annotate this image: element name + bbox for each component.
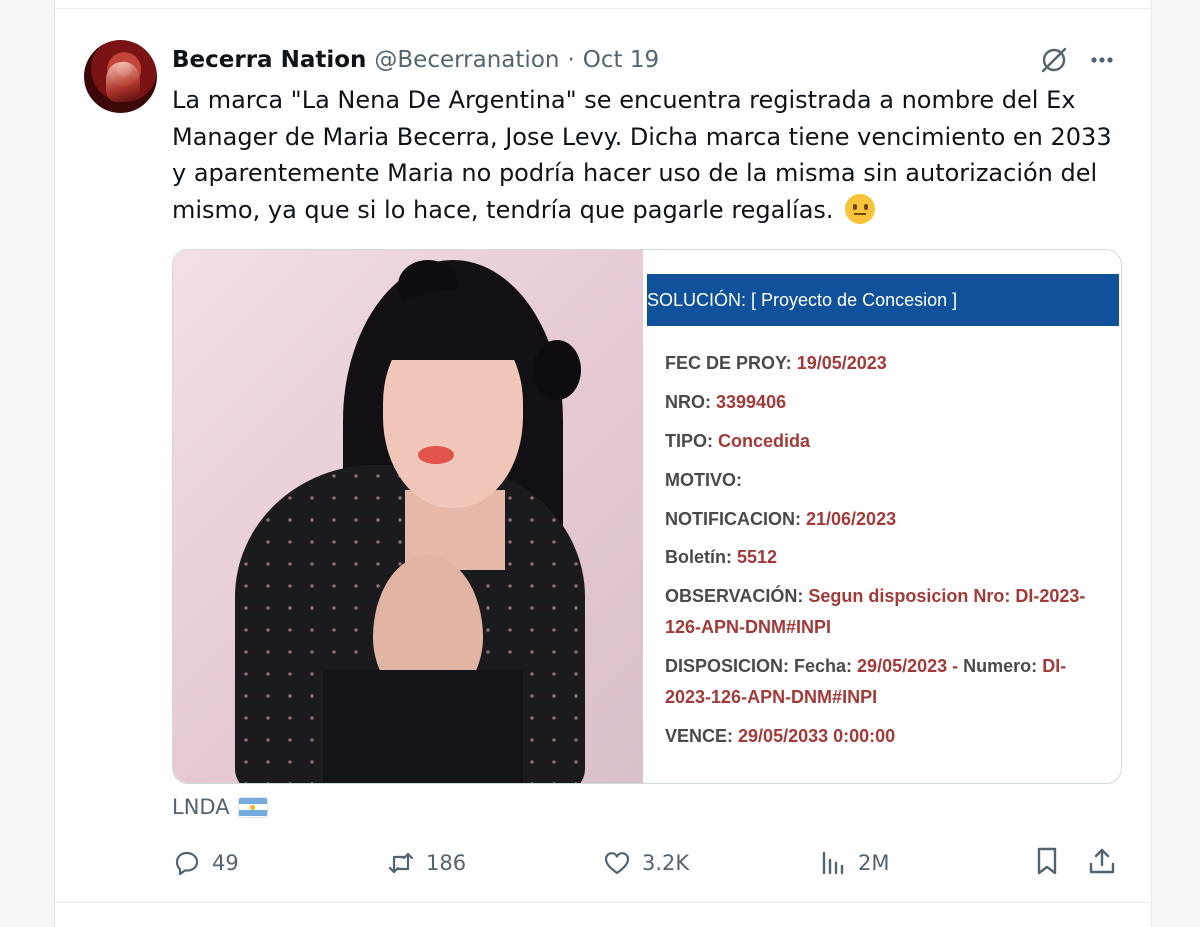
repost-icon	[388, 852, 414, 874]
separator: ·	[567, 47, 575, 73]
doc-banner-text: SOLUCIÓN: [ Proyecto de Concesion ]	[647, 289, 958, 310]
views-count: 2M	[858, 851, 890, 875]
author-name[interactable]: Becerra Nation	[172, 47, 366, 73]
like-count: 3.2K	[642, 851, 690, 875]
doc-field-fec: FEC DE PROY: 19/05/2023	[665, 353, 887, 373]
grok-icon[interactable]	[1038, 44, 1070, 76]
tweet-body: La marca "La Nena De Argentina" se encue…	[172, 86, 1112, 224]
caption-text: LNDA	[172, 795, 230, 819]
doc-field-vence: VENCE: 29/05/2033 0:00:00	[665, 726, 896, 746]
doc-field-observacion: OBSERVACIÓN: Segun disposicion Nro: DI-2…	[665, 586, 1086, 637]
views-button[interactable]: 2M	[818, 844, 889, 882]
doc-field-boletin: Boletín: 5512	[665, 547, 778, 567]
tweet-media[interactable]: SOLUCIÓN: [ Proyecto de Concesion ] FEC …	[172, 249, 1122, 784]
author-handle[interactable]: @Becerranation	[374, 47, 559, 73]
photo[interactable]	[173, 250, 643, 783]
divider	[55, 8, 1151, 9]
doc-field-tipo: TIPO: Concedida	[665, 431, 811, 451]
like-button[interactable]: 3.2K	[602, 844, 689, 882]
avatar[interactable]	[84, 40, 157, 113]
document-screenshot[interactable]: SOLUCIÓN: [ Proyecto de Concesion ] FEC …	[643, 250, 1121, 783]
doc-field-notificacion: NOTIFICACION: 21/06/2023	[665, 509, 897, 529]
tweet-header: Becerra Nation @Becerranation · Oct 19	[172, 42, 659, 78]
doc-field-motivo: MOTIVO:	[665, 470, 742, 490]
repost-count: 186	[426, 851, 467, 875]
divider	[55, 902, 1151, 903]
argentina-flag-icon	[237, 796, 268, 818]
share-icon[interactable]	[1086, 845, 1118, 877]
neutral-face-icon	[845, 193, 876, 224]
reply-button[interactable]: 49	[172, 844, 239, 882]
heart-icon	[604, 852, 630, 875]
doc-field-disposicion: DISPOSICION: Fecha: 29/05/2023 - Numero:…	[665, 656, 1067, 707]
tweet-text: La marca "La Nena De Argentina" se encue…	[172, 82, 1112, 228]
reply-icon	[175, 851, 199, 876]
views-icon	[822, 851, 844, 875]
reply-count: 49	[212, 851, 239, 875]
doc-banner: SOLUCIÓN: [ Proyecto de Concesion ]	[647, 274, 1119, 326]
doc-field-nro: NRO: 3399406	[665, 392, 787, 412]
repost-button[interactable]: 186	[386, 844, 466, 882]
avatar-figure	[106, 62, 140, 102]
more-options-icon[interactable]	[1086, 44, 1118, 76]
tweet-date[interactable]: Oct 19	[583, 47, 659, 73]
media-caption: LNDA	[172, 792, 268, 822]
bookmark-icon[interactable]	[1031, 845, 1063, 877]
